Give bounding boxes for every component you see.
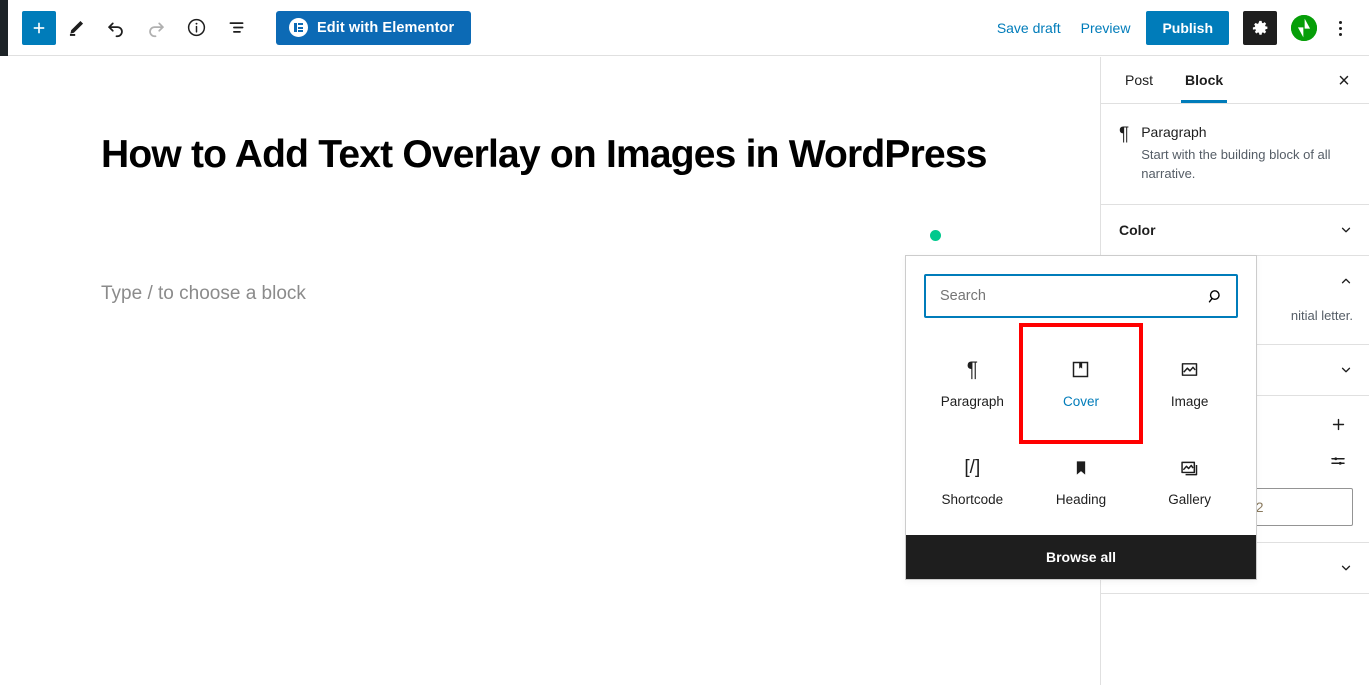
inserter-block-grid: ¶ Paragraph Cover Image [/] Shortcode He… — [906, 323, 1256, 535]
block-card-title: Paragraph — [1141, 124, 1207, 140]
kebab-dot — [1338, 20, 1342, 24]
add-block-button[interactable] — [22, 10, 56, 45]
plus-icon — [1332, 418, 1344, 431]
tab-post[interactable]: Post — [1109, 57, 1169, 103]
pencil-icon — [69, 20, 83, 36]
chevron-up-icon — [1341, 278, 1351, 284]
tab-block[interactable]: Block — [1169, 57, 1239, 103]
shortcode-icon: [/] — [964, 457, 981, 479]
list-view-button[interactable] — [216, 8, 256, 48]
block-card: ¶ Paragraph Start with the building bloc… — [1101, 104, 1369, 205]
image-icon-glyph — [1181, 363, 1198, 377]
chevron-down-icon — [1341, 227, 1351, 233]
redo-button[interactable] — [136, 8, 176, 48]
sliders-icon — [1331, 456, 1345, 465]
inserter-search-wrap — [906, 256, 1256, 328]
elementor-logo-icon — [289, 18, 308, 37]
chevron-down-icon — [1341, 367, 1351, 372]
bookmark-icon-glyph — [1076, 461, 1086, 475]
image-icon — [1179, 358, 1200, 382]
cover-icon-glyph — [1073, 362, 1089, 378]
info-icon — [187, 18, 205, 37]
close-sidebar-button[interactable]: × — [1327, 64, 1361, 98]
pilcrow-icon: ¶ — [1119, 124, 1130, 145]
admin-menu-edge — [0, 0, 8, 56]
search-icon — [1208, 289, 1220, 303]
jetpack-icon — [1291, 15, 1317, 41]
list-view-icon — [229, 22, 243, 33]
inserter-block-paragraph[interactable]: ¶ Paragraph — [918, 334, 1027, 433]
inserter-block-cover[interactable]: Cover — [1018, 323, 1143, 443]
settings-button[interactable] — [1243, 11, 1277, 45]
inserter-block-gallery[interactable]: Gallery — [1135, 433, 1244, 532]
inserter-block-label: Gallery — [1168, 492, 1212, 508]
chevron-down-icon — [1341, 565, 1351, 570]
panel-color[interactable]: Color — [1101, 205, 1369, 256]
search-input[interactable] — [940, 288, 1207, 304]
edit-with-elementor-label: Edit with Elementor — [317, 19, 455, 36]
kebab-dot — [1338, 26, 1342, 30]
typography-tools-button[interactable] — [1323, 446, 1353, 476]
gear-icon — [1252, 20, 1267, 35]
save-draft-button[interactable]: Save draft — [987, 12, 1071, 44]
browse-all-button[interactable]: Browse all — [906, 535, 1256, 579]
post-title[interactable]: How to Add Text Overlay on Images in Wor… — [101, 133, 987, 177]
gallery-icon-glyph — [1181, 461, 1198, 476]
status-indicator-dot — [930, 230, 941, 241]
preview-button[interactable]: Preview — [1071, 12, 1141, 44]
wordpress-block-editor: Edit with Elementor Save draft Preview P… — [0, 0, 1369, 685]
block-inserter-popover: ¶ Paragraph Cover — [905, 255, 1257, 580]
more-options-button[interactable] — [1323, 8, 1357, 48]
cover-icon — [1070, 358, 1091, 382]
inserter-block-label: Cover — [1062, 393, 1099, 409]
inserter-block-label: Paragraph — [940, 393, 1004, 409]
plus-icon — [33, 22, 45, 33]
inserter-block-heading[interactable]: Heading — [1027, 433, 1136, 532]
inserter-block-label: Image — [1170, 393, 1209, 409]
inserter-block-image[interactable]: Image — [1135, 334, 1244, 433]
top-bar-right-group: Save draft Preview Publish — [987, 0, 1357, 56]
block-card-description: Start with the building block of all nar… — [1141, 147, 1331, 181]
panel-color-label: Color — [1119, 221, 1156, 238]
inserter-block-label: Shortcode — [941, 492, 1004, 508]
pilcrow-icon: ¶ — [966, 357, 978, 381]
inserter-block-shortcode[interactable]: [/] Shortcode — [918, 433, 1027, 532]
publish-button[interactable]: Publish — [1146, 11, 1229, 45]
add-typography-control-button[interactable] — [1323, 410, 1353, 440]
jetpack-button[interactable] — [1291, 15, 1317, 41]
details-button[interactable] — [176, 8, 216, 48]
inserter-block-label: Heading — [1055, 492, 1107, 508]
top-bar-left-group: Edit with Elementor — [0, 8, 472, 48]
redo-icon — [149, 22, 164, 37]
gallery-icon — [1179, 456, 1200, 480]
bookmark-icon — [1071, 456, 1091, 480]
inserter-search-field[interactable] — [924, 274, 1238, 318]
empty-block-placeholder[interactable]: Type / to choose a block — [101, 283, 306, 305]
kebab-dot — [1338, 32, 1342, 36]
edit-with-elementor-button[interactable]: Edit with Elementor — [276, 10, 472, 45]
sidebar-tabs: Post Block × — [1101, 57, 1369, 104]
editor-top-bar: Edit with Elementor Save draft Preview P… — [0, 0, 1369, 56]
undo-icon — [108, 22, 123, 37]
undo-button[interactable] — [96, 8, 136, 48]
tools-button[interactable] — [56, 8, 96, 48]
